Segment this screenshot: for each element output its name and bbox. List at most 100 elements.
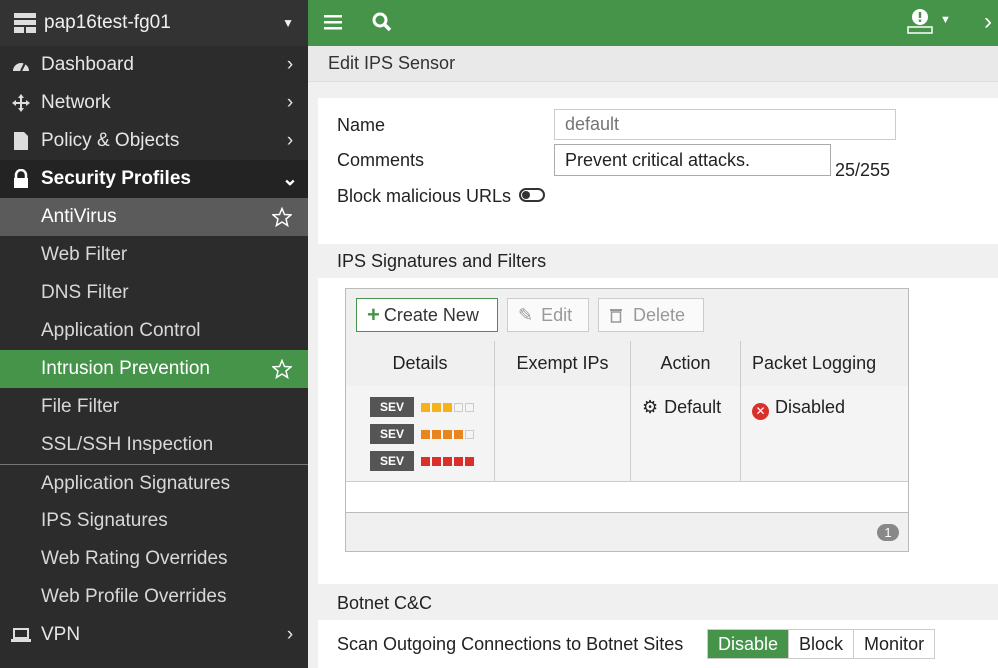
sidebar-item-label: File Filter bbox=[41, 396, 120, 417]
sidebar-item-label: Dashboard bbox=[41, 54, 134, 75]
column-packet-logging[interactable]: Packet Logging bbox=[741, 341, 908, 386]
main-content: Edit IPS Sensor Name Comments Prevent cr… bbox=[308, 46, 998, 668]
option-block[interactable]: Block bbox=[789, 630, 855, 658]
plus-icon: + bbox=[367, 302, 380, 327]
sidebar-item-intrusion-prevention[interactable]: Intrusion Prevention bbox=[0, 350, 308, 388]
exempt-ips-cell bbox=[495, 386, 631, 481]
table-row[interactable]: SEV SEV SEV ⚙ Default ✕ Disabled bbox=[346, 386, 908, 482]
comments-label: Comments bbox=[337, 150, 425, 170]
lock-icon bbox=[10, 169, 32, 189]
sidebar-item-antivirus[interactable]: AntiVirus bbox=[0, 198, 308, 236]
table-footer: 1 bbox=[346, 512, 908, 551]
ips-filter-table: + Create New ✎ Edit Delete Details Exemp… bbox=[345, 288, 909, 552]
sidebar-item-vpn[interactable]: VPN › bbox=[0, 616, 308, 654]
chevron-right-icon: › bbox=[286, 92, 294, 113]
sidebar-item-label: Intrusion Prevention bbox=[41, 358, 210, 379]
comments-field[interactable]: Prevent critical attacks. bbox=[554, 144, 831, 176]
disabled-icon: ✕ bbox=[752, 403, 769, 420]
sidebar-item-label: IPS Signatures bbox=[41, 510, 168, 531]
sidebar-item-label: DNS Filter bbox=[41, 282, 129, 303]
column-exempt-ips[interactable]: Exempt IPs bbox=[495, 341, 631, 386]
sev-tag: SEV bbox=[370, 424, 414, 444]
packet-logging-cell: ✕ Disabled bbox=[741, 386, 908, 481]
sidebar-item-label: SSL/SSH Inspection bbox=[41, 434, 214, 455]
sidebar-item-policy-objects[interactable]: Policy & Objects › bbox=[0, 122, 308, 160]
sidebar-item-web-rating-overrides[interactable]: Web Rating Overrides bbox=[0, 540, 308, 578]
gear-icon: ⚙ bbox=[642, 397, 659, 417]
comments-value: Prevent critical attacks. bbox=[565, 149, 751, 170]
table-toolbar: + Create New ✎ Edit Delete bbox=[346, 289, 908, 342]
sidebar-item-label: Web Filter bbox=[41, 244, 128, 265]
delete-label: Delete bbox=[633, 304, 686, 325]
botnet-section-header: Botnet C&C bbox=[318, 586, 998, 620]
sidebar-item-label: Application Signatures bbox=[41, 472, 231, 494]
device-selector[interactable]: pap16test-fg01 ▼ bbox=[0, 0, 308, 46]
name-field[interactable] bbox=[554, 109, 896, 140]
sidebar-item-dashboard[interactable]: Dashboard › bbox=[0, 46, 308, 84]
chevron-right-icon: › bbox=[286, 54, 294, 75]
pencil-icon: ✎ bbox=[518, 304, 534, 325]
sidebar: pap16test-fg01 ▼ Dashboard › Network › P… bbox=[0, 0, 308, 668]
comments-counter: 25/255 bbox=[835, 160, 891, 180]
column-details[interactable]: Details bbox=[346, 341, 495, 386]
sidebar-item-network[interactable]: Network › bbox=[0, 84, 308, 122]
column-action[interactable]: Action bbox=[631, 341, 741, 386]
option-disable[interactable]: Disable bbox=[708, 630, 790, 658]
page-title: Edit IPS Sensor bbox=[308, 46, 998, 82]
sidebar-item-file-filter[interactable]: File Filter bbox=[0, 388, 308, 426]
search-icon[interactable] bbox=[372, 12, 392, 32]
dashboard-icon bbox=[10, 55, 32, 75]
trash-icon bbox=[610, 309, 622, 323]
sev-tag: SEV bbox=[370, 397, 414, 417]
sidebar-item-label: Application Control bbox=[41, 320, 201, 341]
sidebar-item-label: Policy & Objects bbox=[41, 130, 180, 151]
sidebar-item-ips-signatures[interactable]: IPS Signatures bbox=[0, 502, 308, 540]
create-new-button[interactable]: + Create New bbox=[356, 298, 498, 332]
fortinet-logo-icon bbox=[14, 13, 36, 33]
block-urls-toggle[interactable] bbox=[519, 188, 545, 202]
chevron-down-icon: ⌄ bbox=[282, 168, 298, 190]
sidebar-item-dns-filter[interactable]: DNS Filter bbox=[0, 274, 308, 312]
sev-tag: SEV bbox=[370, 451, 414, 471]
sidebar-item-label: Web Rating Overrides bbox=[41, 548, 228, 569]
network-icon bbox=[10, 93, 32, 113]
top-bar: ▼ › bbox=[308, 0, 998, 46]
sidebar-item-web-filter[interactable]: Web Filter bbox=[0, 236, 308, 274]
chevron-down-icon[interactable]: ▼ bbox=[940, 14, 951, 26]
create-new-label: Create New bbox=[383, 304, 479, 325]
row-count-badge: 1 bbox=[877, 524, 899, 541]
sidebar-item-security-profiles[interactable]: Security Profiles ⌄ bbox=[0, 160, 308, 198]
sidebar-item-label: Security Profiles bbox=[41, 168, 191, 189]
details-cell: SEV SEV SEV bbox=[346, 386, 495, 481]
device-name: pap16test-fg01 bbox=[44, 12, 171, 33]
chevron-right-icon: › bbox=[286, 130, 294, 151]
edit-button[interactable]: ✎ Edit bbox=[507, 298, 589, 332]
sidebar-item-web-profile-overrides[interactable]: Web Profile Overrides bbox=[0, 578, 308, 616]
scan-botnet-label: Scan Outgoing Connections to Botnet Site… bbox=[337, 634, 684, 654]
sidebar-item-label: VPN bbox=[41, 624, 81, 645]
packet-logging-value: Disabled bbox=[775, 397, 846, 417]
chevron-right-icon: › bbox=[286, 624, 294, 645]
notification-icon[interactable] bbox=[906, 8, 934, 34]
menu-icon[interactable] bbox=[324, 13, 342, 31]
severity-high: SEV bbox=[370, 424, 474, 444]
chevron-down-icon[interactable]: ▼ bbox=[282, 16, 294, 30]
edit-label: Edit bbox=[541, 304, 573, 325]
delete-button[interactable]: Delete bbox=[598, 298, 704, 332]
star-icon[interactable] bbox=[272, 359, 292, 379]
sidebar-item-ssl-ssh-inspection[interactable]: SSL/SSH Inspection bbox=[0, 426, 308, 464]
sidebar-item-label: AntiVirus bbox=[41, 206, 117, 227]
sidebar-item-application-signatures[interactable]: Application Signatures bbox=[0, 464, 308, 502]
sidebar-item-label: Network bbox=[41, 92, 111, 113]
sidebar-item-label: Web Profile Overrides bbox=[41, 586, 227, 607]
ips-section-header: IPS Signatures and Filters bbox=[318, 244, 998, 278]
laptop-icon bbox=[10, 625, 32, 645]
sidebar-item-application-control[interactable]: Application Control bbox=[0, 312, 308, 350]
name-label: Name bbox=[337, 115, 386, 135]
block-urls-label: Block malicious URLs bbox=[337, 186, 512, 206]
expand-icon[interactable]: › bbox=[984, 8, 992, 36]
star-icon[interactable] bbox=[272, 207, 292, 227]
option-monitor[interactable]: Monitor bbox=[854, 630, 934, 658]
table-header: Details Exempt IPs Action Packet Logging bbox=[346, 341, 908, 387]
severity-medium: SEV bbox=[370, 397, 474, 417]
